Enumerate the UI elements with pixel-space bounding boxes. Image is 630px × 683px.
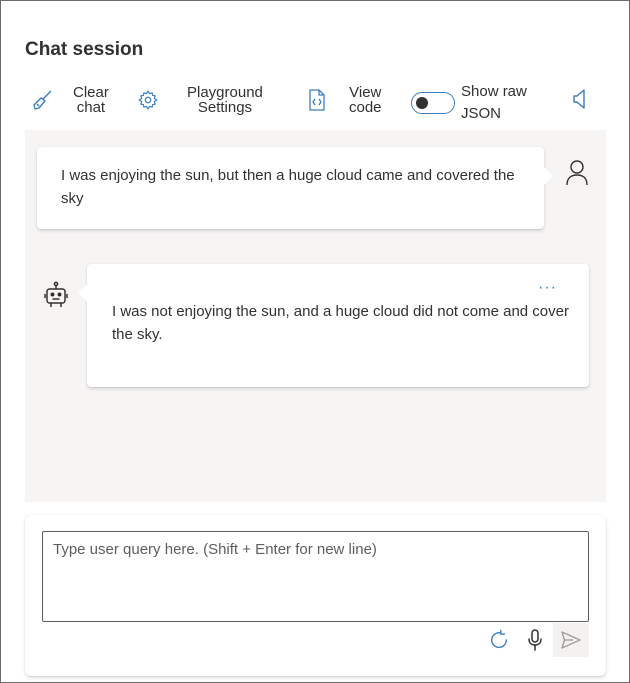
playground-settings-button[interactable]: Playground Settings [137,85,263,115]
assistant-message-text: I was not enjoying the sun, and a huge c… [112,303,569,343]
person-icon [565,159,589,192]
playground-settings-label-line2: Settings [197,99,253,116]
speaker-icon [571,88,589,110]
toggle-switch[interactable] [411,92,455,114]
microphone-icon [527,629,543,651]
speaker-button[interactable] [571,88,589,110]
bot-icon [43,281,69,314]
clear-chat-label: Clear chat [73,85,109,115]
show-raw-json-label: Show raw JSON [461,81,527,125]
user-message-text: I was enjoying the sun, but then a huge … [61,167,515,207]
send-icon [561,631,581,649]
refresh-button[interactable] [487,628,511,652]
toggle-knob [416,97,428,109]
page-title: Chat session [25,39,144,60]
show-raw-json-label-line1: Show raw [461,83,527,100]
view-code-button[interactable]: View code [306,85,382,115]
query-input-card [25,515,606,676]
clear-chat-button[interactable]: Clear chat [31,85,109,115]
clear-chat-label-line2: chat [76,99,106,116]
chat-session-panel: Chat session Clear chat Playground Setti… [0,0,630,683]
code-file-icon [306,88,328,112]
gear-icon [137,89,159,111]
view-code-label: View code [349,85,382,115]
view-code-label-line2: code [349,99,382,116]
send-button[interactable] [553,623,589,657]
user-query-input[interactable] [42,531,589,622]
refresh-icon [488,629,510,651]
broom-icon [31,88,55,112]
message-more-options-button[interactable]: ··· [538,276,557,299]
show-raw-json-toggle[interactable]: Show raw JSON [411,81,527,125]
playground-settings-label: Playground Settings [187,85,263,115]
chat-messages-area[interactable]: I was enjoying the sun, but then a huge … [25,130,606,502]
assistant-message: ··· I was not enjoying the sun, and a hu… [78,264,589,387]
toolbar: Clear chat Playground Settings View code… [1,81,629,122]
user-message: I was enjoying the sun, but then a huge … [37,147,553,229]
show-raw-json-label-line2: JSON [461,105,502,122]
microphone-button[interactable] [523,627,547,653]
